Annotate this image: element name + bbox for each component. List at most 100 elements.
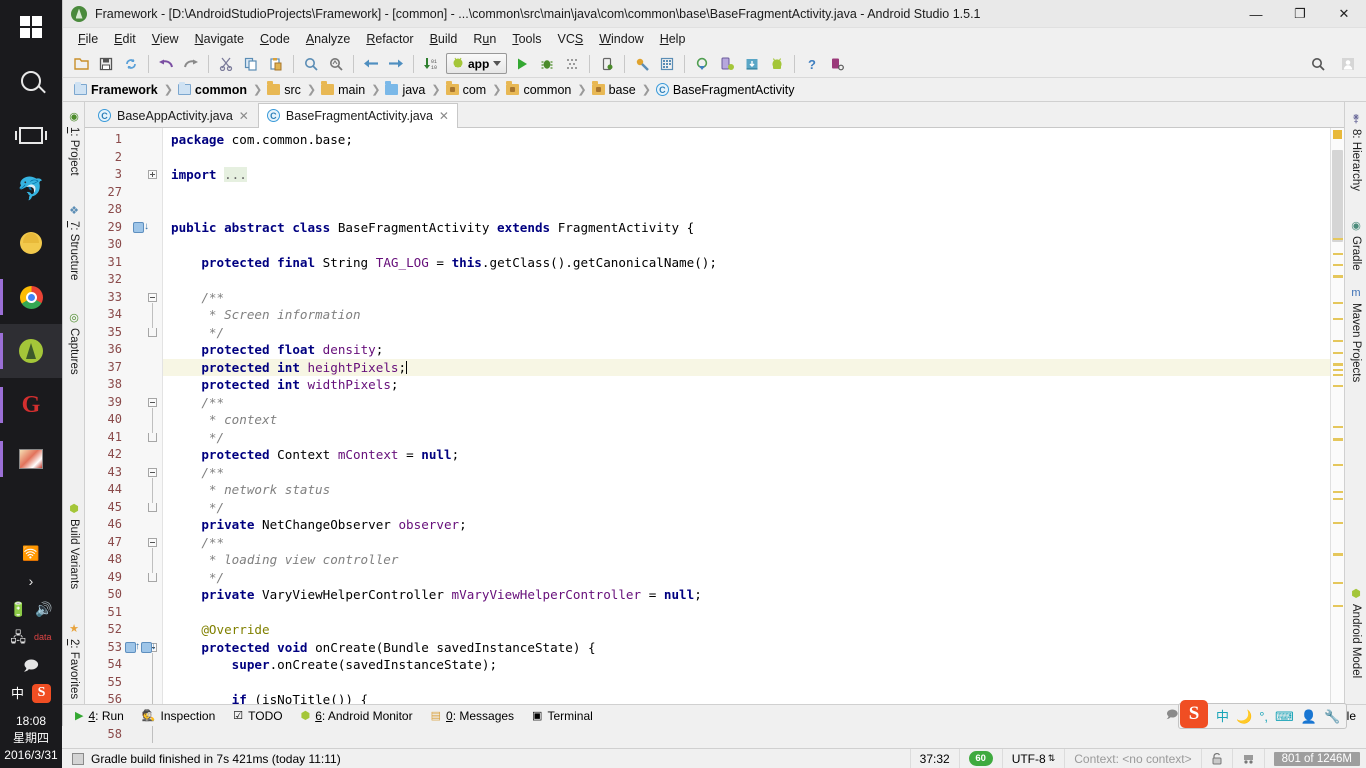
sync-gradle-icon[interactable] [690,52,714,76]
taskbar-app-dolphin[interactable]: 🐬 [0,162,62,216]
breadcrumb-item-java[interactable]: java [382,81,429,98]
warning-marker[interactable] [1333,582,1343,584]
code-line[interactable]: * context [163,411,1330,429]
cut-icon[interactable] [214,52,238,76]
breadcrumb-item-basefragmentactivity[interactable]: C BaseFragmentActivity [653,82,799,98]
code-line[interactable]: protected void onCreate(Bundle savedInst… [163,639,1330,657]
code-line[interactable]: protected Context mContext = null; [163,446,1330,464]
warning-marker[interactable] [1333,605,1343,607]
menu-item-build[interactable]: Build [423,30,465,48]
tool-window-tab-structure[interactable]: ❖ 7: Structure [63,200,85,284]
warning-marker[interactable] [1333,553,1343,556]
tool-window-tab-maven-projects[interactable]: m Maven Projects [1345,283,1366,386]
sync-icon[interactable] [119,52,143,76]
tray-network-data[interactable]: 🖧 data [0,623,62,651]
warning-marker[interactable] [1333,369,1343,371]
sogou-ime-logo-icon[interactable]: S [1180,700,1208,728]
editor-scroll-thumb[interactable] [1332,150,1343,242]
code-line[interactable]: /** [163,289,1330,307]
tray-wifi[interactable]: 🛜 [0,539,62,567]
code-line[interactable]: /** [163,464,1330,482]
warning-marker[interactable] [1333,275,1343,278]
taskbar-app-g[interactable]: G [0,378,62,432]
menu-item-run[interactable]: Run [466,30,503,48]
avd-manager-icon[interactable] [715,52,739,76]
fold-collapse-comment[interactable] [148,537,159,549]
menu-item-window[interactable]: Window [592,30,650,48]
taskbar-clock[interactable]: 18:08 星期四 2016/3/31 [4,707,57,764]
code-line[interactable]: protected float density; [163,341,1330,359]
search-everywhere-icon[interactable] [1306,52,1330,76]
coverage-icon[interactable] [560,52,584,76]
warning-marker[interactable] [1333,491,1343,493]
warning-marker[interactable] [1333,385,1343,387]
paste-icon[interactable] [264,52,288,76]
menu-item-vcs[interactable]: VCS [551,30,591,48]
menu-item-help[interactable]: Help [653,30,693,48]
tray-overflow[interactable]: › [0,567,62,595]
readonly-toggle[interactable] [1200,748,1232,768]
bottom-tool-run[interactable]: ▶ 4: Run [75,709,124,723]
task-view-button[interactable] [0,108,62,162]
tool-window-tab-build-variants[interactable]: ⬢ Build Variants [63,498,85,593]
status-message-group[interactable]: Gradle build finished in 7s 421ms (today… [62,752,341,766]
warning-marker[interactable] [1333,253,1343,255]
breadcrumb-item-common[interactable]: common [503,81,575,98]
taskbar-app-android-studio[interactable] [0,324,62,378]
encoding-selector[interactable]: UTF-8 ⇅ [1001,748,1065,768]
warning-marker[interactable] [1333,464,1343,466]
code-line[interactable] [163,271,1330,289]
open-folder-icon[interactable] [69,52,93,76]
breadcrumb-item-framework[interactable]: Framework [71,82,162,98]
code-line[interactable]: protected int widthPixels; [163,376,1330,394]
caret-position[interactable]: 37:32 [909,748,959,768]
code-line[interactable]: protected int heightPixels; [163,358,1330,376]
warning-marker[interactable] [1333,302,1343,304]
editor-tab-basefragmentactivity[interactable]: C BaseFragmentActivity.java ✕ [257,103,458,128]
warning-marker[interactable] [1333,438,1343,441]
menu-item-navigate[interactable]: Navigate [188,30,251,48]
code-line[interactable]: */ [163,569,1330,587]
menu-item-analyze[interactable]: Analyze [299,30,357,48]
warning-marker[interactable] [1333,352,1343,354]
sdk-manager-icon[interactable] [630,52,654,76]
breadcrumb-item-com[interactable]: com [443,81,491,98]
replace-icon[interactable] [324,52,348,76]
tool-window-tab-gradle[interactable]: ◉ Gradle [1345,215,1366,275]
warning-marker[interactable] [1333,340,1343,342]
taskbar-search-button[interactable] [0,54,62,108]
code-line[interactable]: import ... [163,166,1330,184]
ime-punctuation-icon[interactable]: °, [1259,710,1268,723]
start-button[interactable] [0,0,62,54]
warning-marker[interactable] [1333,318,1343,320]
back-icon[interactable] [359,52,383,76]
forward-icon[interactable] [384,52,408,76]
sdk-download-icon[interactable] [740,52,764,76]
compile-icon[interactable]: 01 10 [419,52,443,76]
warning-marker[interactable] [1333,522,1343,524]
close-icon[interactable]: ✕ [239,109,249,123]
bottom-tool-todo[interactable]: ☑ TODO [233,709,282,723]
warning-marker[interactable] [1333,374,1343,376]
project-structure-icon[interactable] [655,52,679,76]
code-line[interactable]: /** [163,394,1330,412]
code-line[interactable]: protected final String TAG_LOG = this.ge… [163,254,1330,272]
editor-marker-scrollbar[interactable] [1330,128,1344,704]
taskbar-app-chrome[interactable] [0,270,62,324]
bottom-tool-inspection[interactable]: 🕵 Inspection [142,709,215,723]
bottom-tool-messages[interactable]: ▤ 0: Messages [431,709,514,723]
code-line[interactable] [163,674,1330,692]
taskbar-app-yellow[interactable] [0,216,62,270]
tool-window-tab-captures[interactable]: ◎ Captures [63,307,85,379]
editor-gutter[interactable]: 1 2 3 27 28 29 30 31 32 33 34 35 36 37 38 39 40 41 42 43 44 4… [85,128,163,743]
breadcrumb-item-src[interactable]: src [264,81,305,98]
help-icon[interactable]: ? [800,52,824,76]
ime-keyboard-icon[interactable]: ⌨ [1275,710,1294,723]
code-line[interactable]: private NetChangeObserver observer; [163,516,1330,534]
code-line[interactable]: */ [163,499,1330,517]
code-line[interactable] [163,604,1330,622]
fold-collapse-comment[interactable] [148,397,159,409]
fold-expand-import[interactable] [148,170,159,181]
code-line[interactable]: * loading view controller [163,551,1330,569]
code-line[interactable]: private VaryViewHelperController mVaryVi… [163,586,1330,604]
